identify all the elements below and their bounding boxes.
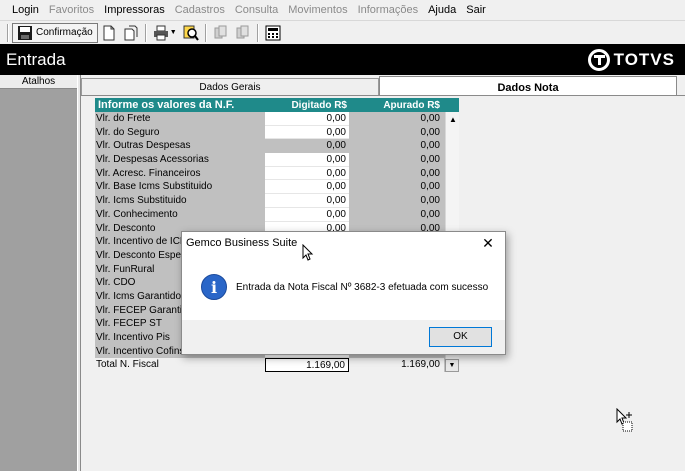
dialog-titlebar: Gemco Business Suite ✕	[182, 232, 505, 254]
tab-dados-gerais[interactable]: Dados Gerais	[81, 78, 379, 96]
digitado-field[interactable]: 0,00	[265, 166, 349, 181]
new-document-icon	[101, 25, 117, 41]
totvs-logo-icon	[587, 48, 610, 71]
menu-item-sair[interactable]: Sair	[466, 4, 486, 16]
message-dialog: Gemco Business Suite ✕ i Entrada da Nota…	[181, 231, 506, 355]
menu-bar: Login Favoritos Impressoras Cadastros Consul…	[0, 0, 685, 20]
total-apurado-value: 1.169,00	[349, 358, 444, 373]
apurado-value: 0,00	[349, 194, 444, 208]
new-document-button[interactable]	[98, 23, 120, 43]
totvs-logo: TOTVS	[587, 48, 675, 71]
digitado-field[interactable]: 0,00	[265, 153, 349, 167]
pages-forward-icon	[235, 25, 251, 41]
dialog-footer: OK	[182, 320, 505, 354]
open-document-button[interactable]	[120, 23, 142, 43]
close-icon[interactable]: ✕	[479, 235, 497, 252]
total-digitado-field[interactable]: 1.169,00	[265, 358, 349, 373]
logo-text: TOTVS	[613, 49, 675, 69]
calculator-button[interactable]	[262, 23, 284, 43]
table-row: Vlr. Acresc. Financeiros 0,00 0,00	[95, 166, 459, 181]
toolbar-separator	[7, 23, 9, 42]
tab-atalhos[interactable]: Atalhos	[0, 75, 77, 89]
save-icon	[17, 25, 33, 41]
printer-icon	[153, 25, 169, 41]
table-row: Vlr. Despesas Acessorias 0,00 0,00	[95, 153, 459, 167]
row-label: Vlr. do Seguro	[95, 125, 265, 140]
apurado-value: 0,00	[349, 139, 444, 154]
busy-cursor-icon	[616, 408, 633, 432]
menu-item-movimentos[interactable]: Movimentos	[288, 4, 347, 16]
ok-button[interactable]: OK	[429, 327, 492, 347]
table-row: Vlr. Conhecimento 0,00 0,00	[95, 207, 459, 222]
apurado-value: 0,00	[349, 153, 444, 167]
total-label: Total N. Fiscal	[95, 358, 265, 373]
column-header-digitado: Digitado R$	[291, 99, 347, 111]
shortcuts-pane: Atalhos	[0, 75, 77, 471]
window-header: Entrada TOTVS	[0, 44, 685, 75]
apurado-value: 0,00	[349, 166, 444, 181]
previous-button[interactable]	[210, 23, 232, 43]
apurado-value: 0,00	[349, 112, 444, 126]
dialog-message: Entrada da Nota Fiscal Nº 3682-3 efetuad…	[236, 281, 489, 293]
chevron-down-icon: ▼	[169, 29, 177, 36]
next-button[interactable]	[232, 23, 254, 43]
digitado-field[interactable]: 0,00	[265, 125, 349, 140]
dialog-title: Gemco Business Suite	[186, 237, 298, 249]
menu-item-login[interactable]: Login	[12, 4, 39, 16]
grid-title: Informe os valores da N.F.	[98, 99, 235, 111]
info-icon: i	[201, 274, 227, 300]
document-copy-icon	[123, 25, 139, 41]
calculator-icon	[265, 25, 281, 41]
tab-strip: Dados Gerais Dados Nota	[81, 76, 685, 96]
menu-item-ajuda[interactable]: Ajuda	[428, 4, 456, 16]
row-label: Vlr. Icms Substituido	[95, 194, 265, 208]
menu-item-favoritos[interactable]: Favoritos	[49, 4, 94, 16]
dialog-body: i Entrada da Nota Fiscal Nº 3682-3 efetu…	[182, 254, 505, 320]
menu-item-cadastros[interactable]: Cadastros	[175, 4, 225, 16]
toolbar-separator	[144, 23, 147, 42]
table-row: Vlr. do Seguro 0,00 0,00	[95, 125, 459, 140]
grid-header: Informe os valores da N.F. Digitado R$ A…	[95, 98, 459, 112]
apurado-value: 0,00	[349, 125, 444, 140]
digitado-field[interactable]: 0,00	[265, 112, 349, 126]
search-button[interactable]	[180, 23, 202, 43]
column-header-apurado: Apurado R$	[383, 99, 440, 111]
digitado-field[interactable]: 0,00	[265, 180, 349, 195]
confirm-button[interactable]: Confirmação	[12, 22, 98, 43]
digitado-field[interactable]: 0,00	[265, 194, 349, 208]
row-label: Vlr. Conhecimento	[95, 207, 265, 222]
search-icon	[183, 25, 199, 41]
menu-item-impressoras[interactable]: Impressoras	[104, 4, 165, 16]
mouse-pointer-icon	[302, 244, 314, 261]
total-row: Total N. Fiscal 1.169,00 1.169,00 ▼	[95, 358, 459, 373]
page-title: Entrada	[6, 49, 66, 69]
row-label: Vlr. Acresc. Financeiros	[95, 166, 265, 181]
confirm-button-label: Confirmação	[36, 27, 93, 38]
print-button[interactable]: ▼	[150, 23, 180, 43]
toolbar-separator	[256, 23, 259, 42]
menu-item-informa-es[interactable]: Informações	[358, 4, 419, 16]
digitado-field: 0,00	[265, 139, 349, 154]
row-label: Vlr. Outras Despesas	[95, 139, 265, 154]
table-row: Vlr. Base Icms Substituido 0,00 0,00	[95, 180, 459, 195]
toolbar: Confirmação ▼	[0, 20, 685, 44]
row-label: Vlr. Base Icms Substituido	[95, 180, 265, 195]
apurado-value: 0,00	[349, 180, 444, 195]
scroll-up-arrow-icon[interactable]: ▲	[446, 112, 460, 126]
digitado-field[interactable]: 0,00	[265, 207, 349, 222]
row-label: Vlr. Despesas Acessorias	[95, 153, 265, 167]
table-row: Vlr. do Frete 0,00 0,00	[95, 112, 459, 126]
table-row: Vlr. Icms Substituido 0,00 0,00	[95, 194, 459, 208]
dropdown-arrow-icon[interactable]: ▼	[445, 359, 459, 373]
tab-dados-nota[interactable]: Dados Nota	[379, 76, 677, 96]
table-row: Vlr. Outras Despesas 0,00 0,00	[95, 139, 459, 154]
toolbar-separator	[204, 23, 207, 42]
pages-back-icon	[213, 25, 229, 41]
apurado-value: 0,00	[349, 207, 444, 222]
menu-item-consulta[interactable]: Consulta	[235, 4, 278, 16]
row-label: Vlr. do Frete	[95, 112, 265, 126]
